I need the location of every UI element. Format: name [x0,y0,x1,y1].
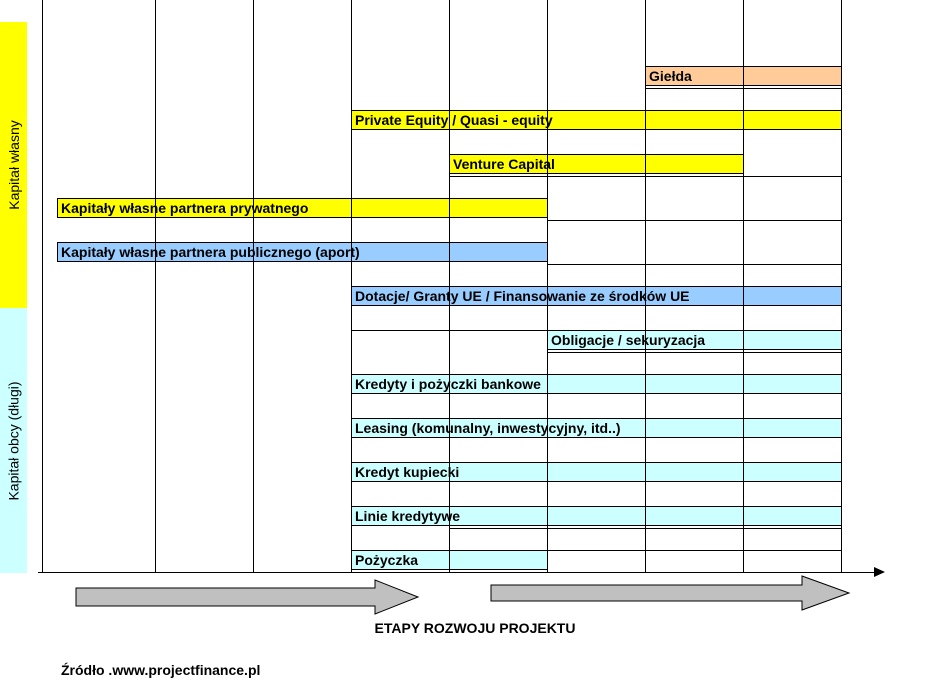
bar-kapitaly-prywatnego: Kapitały własne partnera prywatnego [57,198,548,218]
bar-label: Kredyt kupiecki [355,464,460,480]
bar-segment-divider [645,419,646,437]
x-axis-line [38,572,876,573]
grid-line-v [155,0,156,572]
bar-segment-divider [645,111,646,129]
grid-line-v [253,0,254,572]
bar-segment-divider [743,331,744,349]
bar-label: Pożyczka [355,552,419,568]
bar-segment-divider [743,507,744,525]
x-axis-arrowhead [874,567,885,577]
bar-label: Kapitały własne partnera publicznego (ap… [61,244,360,260]
debt-label-box: Kapitał obcy (długi) [0,308,27,573]
bar-label: Giełda [649,68,692,84]
axis-title: ETAPY ROZWOJU PROJEKTU [374,620,576,636]
bar-segment-divider [743,419,744,437]
bar-label: Linie kredytywe [355,508,461,524]
bar-gielda: Giełda [645,66,842,86]
bar-segment-divider [743,463,744,481]
grid-line-h [547,550,842,551]
financing-sources-diagram: Kapitał własny Kapitał obcy (długi) Gieł… [0,0,941,683]
bar-kredyty: Kredyty i pożyczki bankowe [351,374,842,394]
block-arrow-right [490,575,851,611]
bar-segment-divider [449,551,450,569]
bar-segment-divider [743,375,744,393]
grid-line-h [547,220,842,221]
bar-kapitaly-publicznego: Kapitały własne partnera publicznego (ap… [57,242,548,262]
bar-segment-divider [351,199,352,217]
grid-line-h [547,264,842,265]
block-arrow-left [75,579,420,615]
bar-label: Kapitały własne partnera prywatnego [61,200,309,216]
equity-label: Kapitał własny [5,120,22,210]
bar-segment-divider [449,243,450,261]
bar-segment-divider [645,155,646,173]
bar-label: Venture Capital [453,156,555,172]
bar-segment-divider [547,507,548,525]
grid-line-h [645,88,842,89]
bar-label: Private Equity / Quasi - equity [355,112,553,128]
bar-segment-divider [449,199,450,217]
bar-segment-divider [743,111,744,129]
bar-kredyt-kupiecki: Kredyt kupiecki [351,462,842,482]
bar-segment-divider [743,67,744,85]
bar-segment-divider [743,287,744,305]
bar-pozyczka: Pożyczka [351,550,548,570]
bar-label: Leasing (komunalny, inwestycyjny, itd..) [355,420,621,436]
grid-line-h [449,528,842,529]
bar-segment-divider [645,507,646,525]
grid-line-h [547,352,842,353]
debt-label: Kapitał obcy (długi) [5,380,22,501]
bar-obligacje: Obligacje / sekuryzacja [547,330,842,350]
bar-private-equity: Private Equity / Quasi - equity [351,110,842,130]
bar-leasing: Leasing (komunalny, inwestycyjny, itd..) [351,418,842,438]
bar-label: Kredyty i pożyczki bankowe [355,376,541,392]
bar-segment-divider [547,463,548,481]
bar-segment-divider [645,375,646,393]
bar-segment-divider [645,463,646,481]
bar-label: Obligacje / sekuryzacja [551,332,706,348]
bar-venture-capital: Venture Capital [449,154,744,174]
bar-dotacje: Dotacje/ Granty UE / Finansowanie ze śro… [351,286,842,306]
source-note: Źródło .www.projectfinance.pl [61,662,261,678]
grid-line-v [42,0,43,572]
bar-label: Dotacje/ Granty UE / Finansowanie ze śro… [355,288,690,304]
bar-linie-kredytowe: Linie kredytywe [351,506,842,526]
bar-segment-divider [547,375,548,393]
equity-label-box: Kapitał własny [0,22,27,308]
grid-line-h [449,176,842,177]
